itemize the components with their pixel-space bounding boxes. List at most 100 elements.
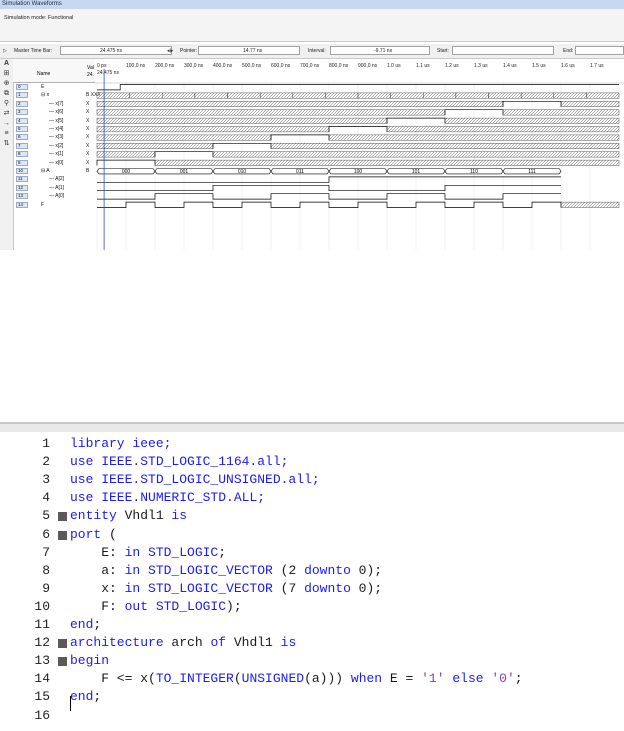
time-tick-label: 1.0 us bbox=[387, 63, 401, 69]
code-line[interactable]: library ieee; bbox=[70, 436, 171, 451]
code-line[interactable]: x: in STD_LOGIC_VECTOR (7 downto 0); bbox=[70, 581, 382, 596]
code-line[interactable]: F: out STD_LOGIC); bbox=[70, 598, 241, 614]
fold-marker-icon[interactable] bbox=[58, 512, 67, 522]
signal-row[interactable]: 5 — x[4] X bbox=[13, 125, 95, 133]
pointer-tool-icon[interactable]: ▷ bbox=[3, 48, 7, 54]
code-token: downto bbox=[304, 580, 351, 596]
signal-row[interactable]: 2 — x[7] X bbox=[13, 100, 95, 108]
code-line[interactable]: end; bbox=[70, 689, 101, 704]
time-tick-label: 200,0 ns bbox=[155, 63, 175, 69]
signal-name: F bbox=[41, 201, 45, 208]
line-number: 8 bbox=[42, 562, 50, 578]
code-line[interactable]: use IEEE.NUMERIC_STD.ALL; bbox=[70, 490, 265, 505]
signal-row[interactable]: 10 ⊟ A B bbox=[13, 167, 95, 175]
code-line[interactable]: port ( bbox=[70, 527, 117, 542]
code-token: ( bbox=[233, 671, 242, 687]
master-time-label: Master Time Bar: bbox=[14, 48, 53, 54]
copy-icon[interactable]: ⧉ bbox=[0, 89, 13, 99]
signal-row[interactable]: 14 F bbox=[13, 201, 95, 209]
signal-row[interactable]: 12 — A[1] bbox=[13, 184, 95, 192]
code-line[interactable]: F <= x(TO_INTEGER(UNSIGNED(a))) when E =… bbox=[70, 671, 522, 687]
fold-marker-icon[interactable] bbox=[58, 639, 67, 649]
signal-row[interactable]: 0E bbox=[13, 83, 95, 91]
signal-row[interactable]: 6 — x[3] X bbox=[13, 133, 95, 141]
end-field[interactable] bbox=[575, 46, 624, 55]
code-editor[interactable]: 1 library ieee; 2 use IEEE.STD_LOGIC_1164.a… bbox=[0, 422, 624, 731]
zoom-icon[interactable]: ⊕ bbox=[0, 79, 13, 89]
code-line[interactable]: a: in STD_LOGIC_VECTOR (2 downto 0); bbox=[70, 563, 382, 578]
time-tick-label: 300,0 ns bbox=[184, 63, 204, 69]
undefined-segment bbox=[96, 134, 272, 141]
digital-waveform bbox=[97, 176, 561, 183]
master-time-value: 24.475 ns bbox=[100, 48, 122, 54]
signal-index: 11 bbox=[16, 176, 28, 183]
signal-index: 3 bbox=[16, 109, 28, 116]
digital-waveform bbox=[97, 193, 561, 200]
code-line[interactable]: entity Vhdl1 is bbox=[70, 508, 187, 523]
binoculars-icon[interactable]: ⚲ bbox=[0, 99, 13, 109]
time-nav-arrows-icon[interactable]: ◂|▸ bbox=[167, 48, 173, 54]
line-number: 6 bbox=[42, 526, 50, 542]
code-token: a: bbox=[70, 562, 125, 578]
signal-value: X bbox=[86, 109, 90, 116]
code-line[interactable]: end; bbox=[70, 617, 101, 632]
code-line[interactable]: architecture arch of Vhdl1 is bbox=[70, 635, 296, 650]
undefined-segment bbox=[560, 201, 620, 208]
bus-x-segment bbox=[259, 92, 293, 99]
bus-x-segment bbox=[292, 92, 326, 99]
signal-name: — x[5] bbox=[49, 117, 64, 124]
replace-icon[interactable]: ⇄ bbox=[0, 109, 13, 119]
code-line[interactable]: use IEEE.STD_LOGIC_UNSIGNED.all; bbox=[70, 472, 320, 487]
arrow-icon[interactable]: → bbox=[0, 119, 13, 129]
start-field[interactable] bbox=[452, 46, 554, 55]
code-line[interactable]: E: in STD_LOGIC; bbox=[70, 545, 226, 560]
code-line[interactable]: begin bbox=[70, 653, 109, 668]
code-token: use IEEE.NUMERIC_STD.ALL; bbox=[70, 490, 266, 506]
code-line[interactable]: use IEEE.STD_LOGIC_1164.all; bbox=[70, 454, 288, 469]
value-column-subheader: 24. bbox=[87, 72, 94, 78]
waveform-area[interactable]: 0 ps 100,0 ns 200,0 ns 300,0 ns 400,0 ns 500,… bbox=[95, 59, 624, 250]
line-number: 14 bbox=[34, 671, 50, 687]
code-token: 0); bbox=[350, 562, 383, 578]
sort-icon[interactable]: ⇅ bbox=[0, 139, 13, 149]
signal-index: 2 bbox=[16, 100, 28, 107]
bus-x-segment bbox=[96, 92, 130, 99]
code-token: F: bbox=[70, 598, 125, 614]
line-number: 10 bbox=[34, 598, 50, 614]
signal-name: ⊟ x bbox=[41, 92, 50, 99]
line-number: 16 bbox=[34, 707, 50, 723]
bus-x-segment bbox=[553, 92, 587, 99]
fold-marker-icon[interactable] bbox=[58, 530, 67, 540]
bus-a-value-label: 101 bbox=[412, 169, 421, 175]
bus-a-value-label: 111 bbox=[528, 169, 536, 175]
time-tick-label: 1.6 us bbox=[561, 63, 575, 69]
tool-palette: A ⊞ ⊕ ⧉ ⚲ ⇄ → ≡ ⇅ bbox=[0, 59, 14, 250]
signal-row[interactable]: 9 — x[0] X bbox=[13, 159, 95, 167]
bus-a-value-label: 011 bbox=[296, 169, 304, 175]
time-tick-label: 0 ps bbox=[97, 63, 107, 69]
node-finder-icon[interactable]: ⊞ bbox=[0, 69, 13, 79]
line-number: 5 bbox=[42, 508, 50, 524]
code-token: else bbox=[452, 671, 484, 687]
signal-row[interactable]: 7 — x[2] X bbox=[13, 142, 95, 150]
signal-row[interactable]: 4 — x[5] X bbox=[13, 117, 95, 125]
bus-x-segment bbox=[586, 92, 620, 99]
signal-name: — x[2] bbox=[49, 142, 64, 149]
text-tool-icon[interactable]: A bbox=[0, 59, 13, 69]
bus-a-value-label: 110 bbox=[470, 169, 478, 175]
bus-a-value-label: 000 bbox=[122, 169, 131, 175]
signal-index: 9 bbox=[16, 159, 28, 166]
signal-row[interactable]: 11 — A[2] bbox=[13, 175, 95, 183]
signal-row[interactable]: 13 — A[0] bbox=[13, 192, 95, 200]
signal-row[interactable]: 8 — x[1] X bbox=[13, 150, 95, 158]
signal-row[interactable]: 1 ⊟ xB XXX bbox=[13, 91, 101, 99]
time-tick-label: 100,0 ns bbox=[126, 63, 146, 69]
code-token: use IEEE.STD_LOGIC_UNSIGNED.all; bbox=[70, 472, 320, 488]
signal-name: — x[1] bbox=[49, 151, 64, 158]
time-tick-label: 900,0 ns bbox=[358, 63, 378, 69]
signal-row[interactable]: 3 — x[6] X bbox=[13, 108, 95, 116]
fold-marker-icon[interactable] bbox=[58, 657, 67, 667]
overwrite-icon[interactable]: ≡ bbox=[0, 129, 13, 139]
time-tick-label: 400,0 ns bbox=[213, 63, 233, 69]
line-number: 4 bbox=[42, 490, 50, 506]
